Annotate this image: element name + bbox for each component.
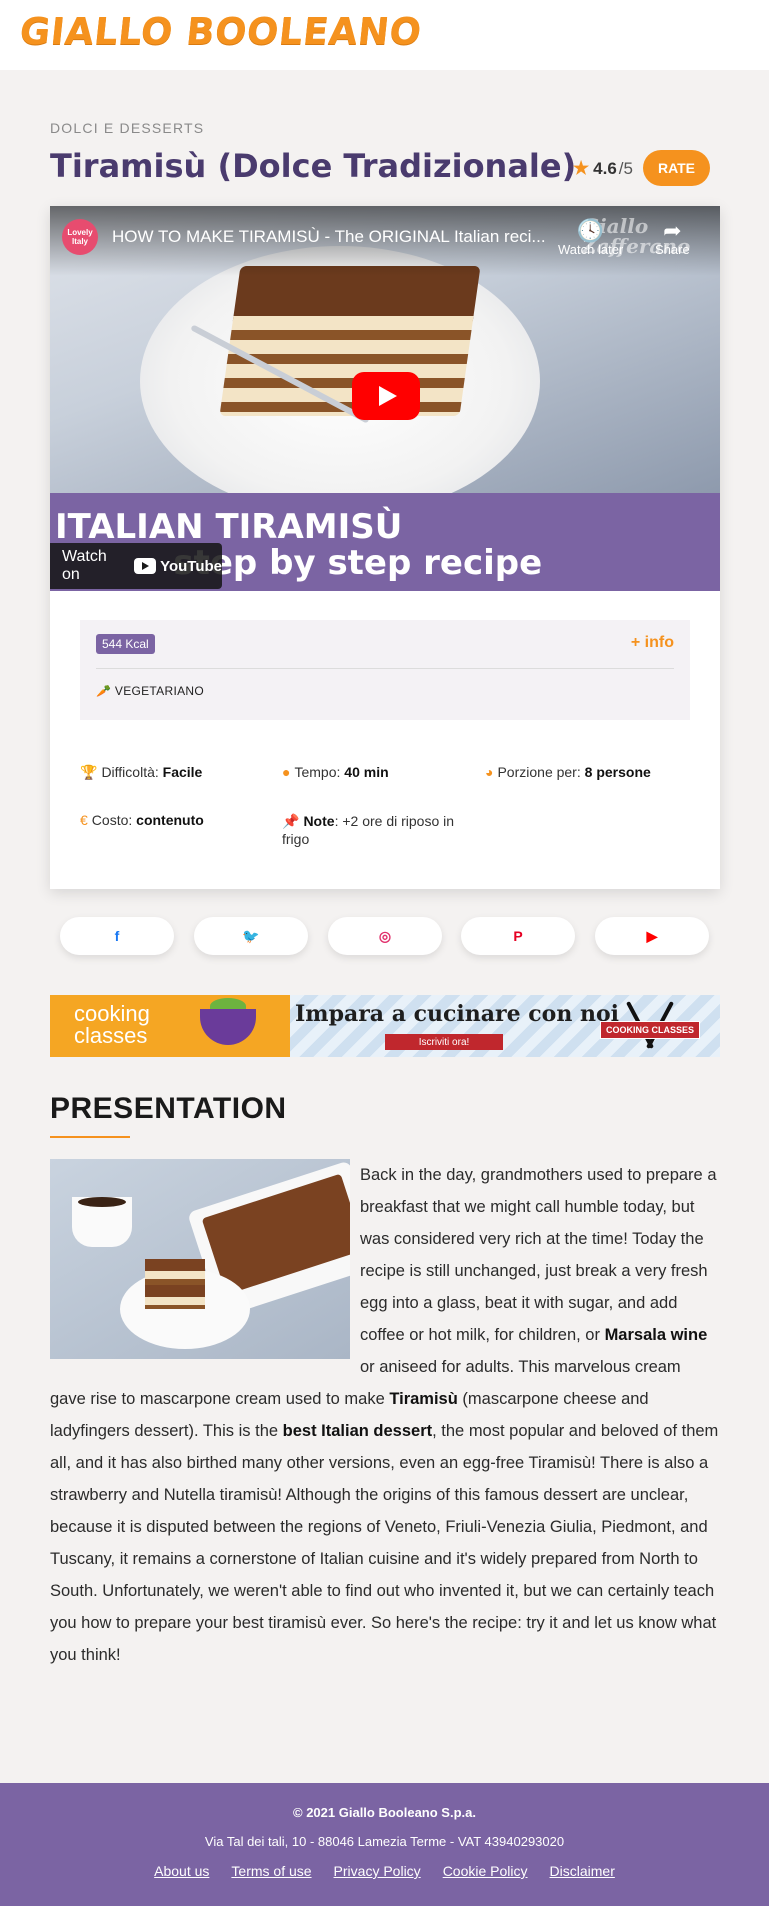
watch-later-label: Watch later	[558, 242, 624, 257]
notes-detail: 📌 Note: +2 ore di riposo in frigo	[282, 813, 455, 847]
tiramisu-bold: Tiramisù	[389, 1390, 458, 1408]
video-title[interactable]: HOW TO MAKE TIRAMISÙ - The ORIGINAL Ital…	[112, 227, 552, 247]
ad-left-text: cooking classes	[74, 1001, 150, 1048]
presentation-text: Back in the day, grandmothers used to pr…	[50, 1166, 719, 1664]
colander-icon	[200, 1009, 256, 1045]
diet-tag: 🥕 VEGETARIANO	[96, 684, 204, 698]
difficulty-detail: 🏆 Difficoltà: Facile	[80, 764, 203, 780]
channel-avatar[interactable]: Lovely Italy	[62, 219, 98, 255]
footer-link-disclaimer[interactable]: Disclaimer	[550, 1863, 615, 1879]
pie-icon: ◕	[485, 764, 494, 780]
heading-underline	[50, 1136, 130, 1138]
kcal-badge: 544 Kcal	[96, 634, 155, 654]
share-label: Share	[655, 242, 690, 257]
share-pinterest-button[interactable]: P	[461, 917, 575, 955]
star-icon: ★	[573, 158, 590, 178]
euro-icon: €	[80, 812, 88, 828]
rating-denominator: /5	[618, 158, 633, 178]
pinterest-icon: P	[513, 928, 523, 944]
share-button[interactable]: ➦ Share	[655, 218, 690, 258]
cooking-classes-ad[interactable]: cooking classes Impara a cucinare con no…	[50, 995, 720, 1057]
ad-signup-button[interactable]: Iscriviti ora!	[385, 1034, 503, 1050]
youtube-play-icon	[134, 558, 157, 574]
share-arrow-icon: ➦	[663, 218, 682, 243]
footer-link-about[interactable]: About us	[154, 1863, 209, 1879]
twitter-icon: 🐦	[242, 927, 260, 944]
recipe-rating: ★ 4.6 /5	[573, 158, 633, 179]
site-logo[interactable]: GIALLO BOOLEANO	[18, 10, 424, 53]
footer-address: Via Tal dei tali, 10 - 88046 Lamezia Ter…	[204, 1834, 565, 1849]
site-footer: © 2021 Giallo Booleano S.p.a. Via Tal de…	[0, 1783, 769, 1906]
divider	[96, 668, 674, 669]
video-player[interactable]: Lovely Italy HOW TO MAKE TIRAMISÙ - The …	[50, 206, 720, 591]
facebook-icon: f	[114, 928, 120, 944]
recipe-category[interactable]: DOLCI E DESSERTS	[50, 120, 204, 136]
play-button[interactable]	[352, 372, 420, 420]
watch-on-youtube-button[interactable]: Watch on YouTube	[50, 543, 222, 589]
marsala-wine-bold: Marsala wine	[604, 1326, 708, 1344]
cost-detail: € Costo: contenuto	[80, 812, 204, 828]
footer-link-cookie[interactable]: Cookie Policy	[443, 1863, 528, 1879]
watch-on-label: Watch on	[62, 548, 107, 583]
nutrition-box: 544 Kcal + info 🥕 VEGETARIANO	[80, 620, 690, 720]
recipe-card: Lovely Italy HOW TO MAKE TIRAMISÙ - The …	[50, 206, 720, 889]
clock-icon: ●	[282, 764, 291, 780]
watch-later-button[interactable]: 🕓 Watch later	[558, 218, 624, 258]
youtube-logo: YouTube	[134, 558, 222, 575]
footer-link-privacy[interactable]: Privacy Policy	[334, 1863, 421, 1879]
site-header: GIALLO BOOLEANO	[0, 0, 769, 70]
time-detail: ● Tempo: 40 min	[282, 764, 389, 780]
rate-button[interactable]: RATE	[643, 150, 710, 186]
clock-icon: 🕓	[576, 218, 605, 243]
pin-icon: 📌	[282, 813, 300, 829]
footer-copyright: © 2021 Giallo Booleano S.p.a.	[293, 1805, 476, 1820]
carrot-icon: 🥕	[96, 684, 112, 698]
recipe-title: Tiramisù (Dolce Tradizionale)	[50, 147, 577, 185]
footer-links: About us Terms of use Privacy Policy Coo…	[0, 1863, 769, 1879]
servings-detail: ◕ Porzione per: 8 persone	[485, 764, 651, 780]
instagram-icon: ◎	[378, 927, 392, 944]
tiramisu-slice-image	[219, 266, 481, 416]
share-facebook-button[interactable]: f	[60, 917, 174, 955]
rating-value: 4.6	[593, 158, 617, 178]
presentation-heading: PRESENTATION	[50, 1092, 287, 1125]
share-instagram-button[interactable]: ◎	[328, 917, 442, 955]
banner-line-1: ITALIAN TIRAMISÙ	[55, 507, 403, 547]
ad-left-panel: cooking classes	[50, 995, 290, 1057]
ad-ribbon: COOKING CLASSES	[600, 1021, 700, 1039]
share-twitter-button[interactable]: 🐦	[194, 917, 308, 955]
share-youtube-button[interactable]: ▶	[595, 917, 709, 955]
trophy-icon: 🏆	[80, 764, 98, 780]
more-info-link[interactable]: + info	[631, 634, 674, 652]
youtube-icon: ▶	[646, 927, 658, 944]
footer-link-terms[interactable]: Terms of use	[231, 1863, 311, 1879]
best-dessert-bold: best Italian dessert	[282, 1422, 433, 1440]
ad-headline: Impara a cucinare con noi	[295, 1001, 620, 1027]
